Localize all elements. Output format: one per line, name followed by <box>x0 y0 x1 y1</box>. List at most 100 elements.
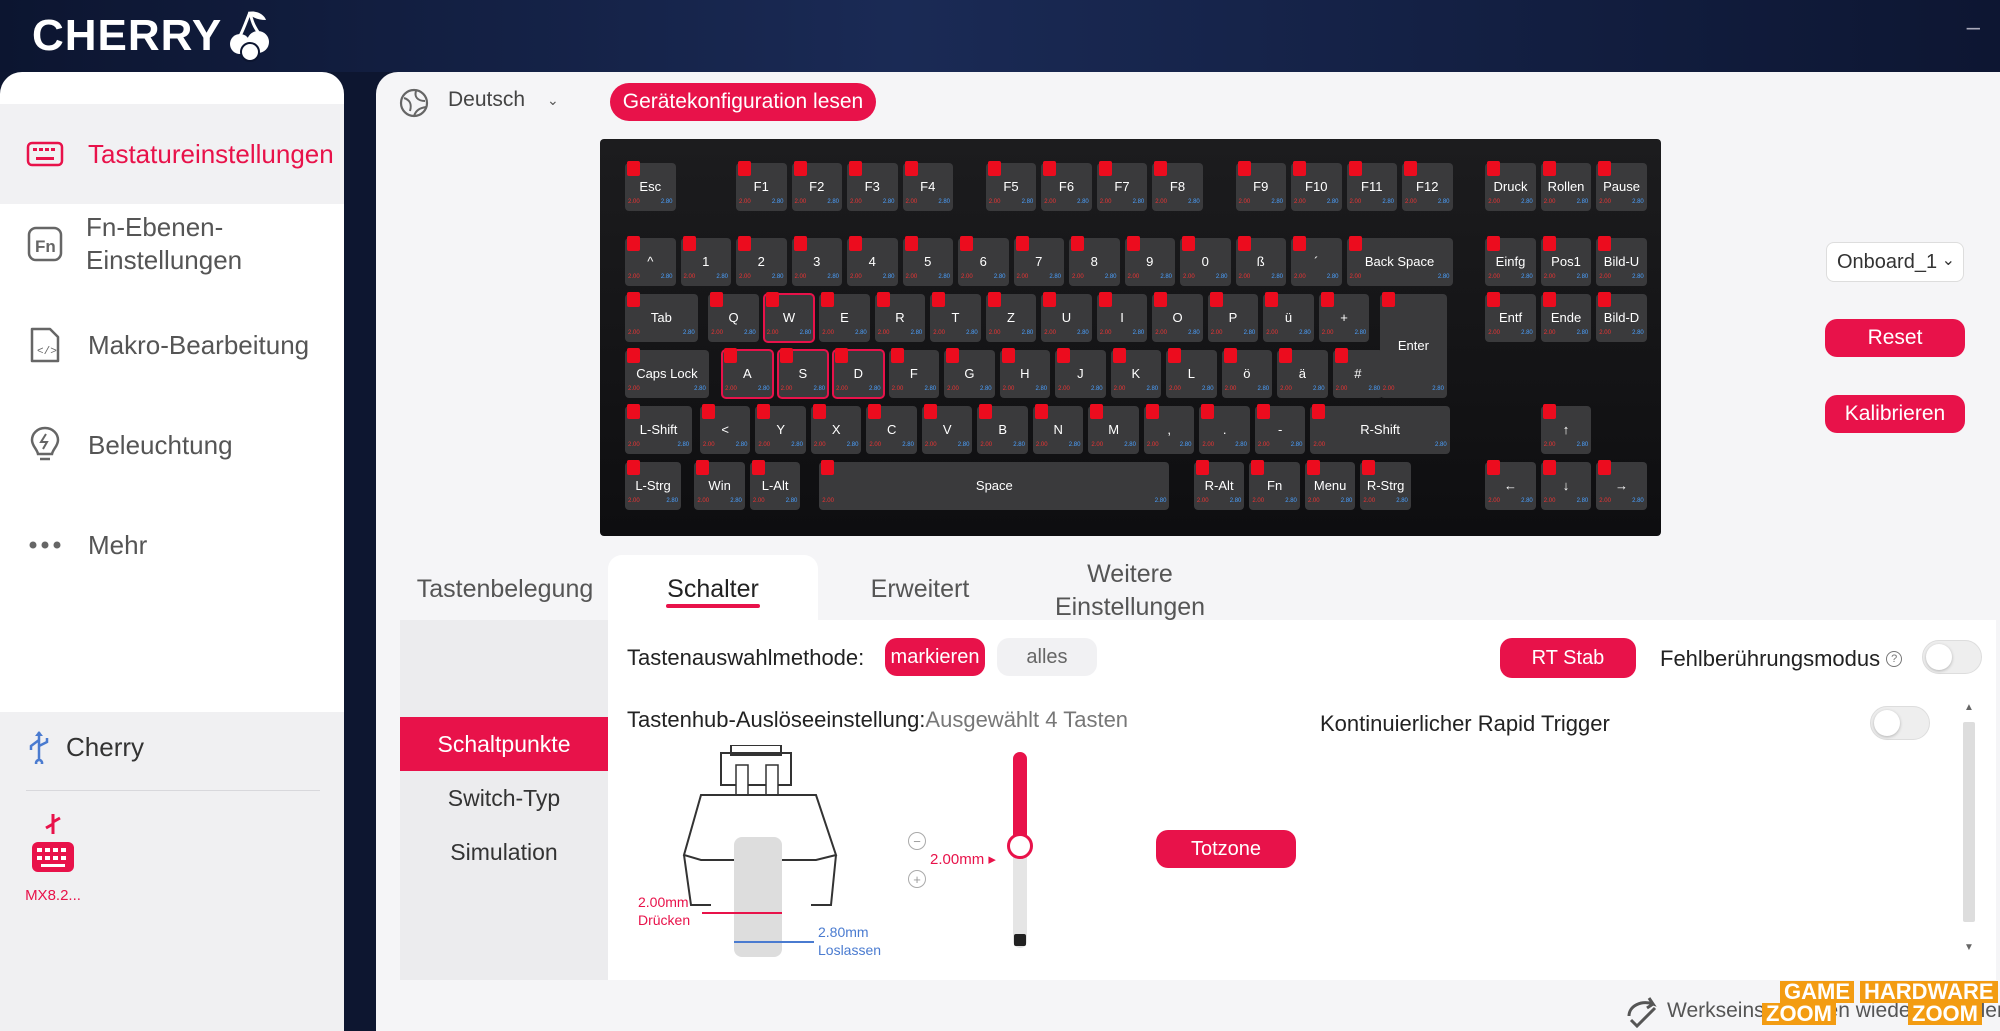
key[interactable]: 0 2.00 2.80 <box>1180 236 1231 286</box>
key[interactable]: F4 2.00 2.80 <box>902 161 953 211</box>
tab-advanced[interactable]: Erweitert <box>820 575 1020 604</box>
key[interactable]: L 2.00 2.80 <box>1166 348 1217 398</box>
key[interactable]: U 2.00 2.80 <box>1041 292 1092 342</box>
key[interactable]: 5 2.00 2.80 <box>902 236 953 286</box>
key[interactable]: Fn 2.00 2.80 <box>1249 460 1300 510</box>
key[interactable]: +2.00 2.80 <box>1318 292 1370 342</box>
key[interactable]: ß 2.00 2.80 <box>1235 236 1286 286</box>
subnav-item-actuation-points[interactable]: Schaltpunkte <box>400 717 608 771</box>
key[interactable]: F8 2.00 2.80 <box>1152 161 1203 211</box>
key[interactable]: F3 2.00 2.80 <box>847 161 898 211</box>
key[interactable]: ä 2.00 2.80 <box>1277 348 1328 398</box>
key[interactable]: F6 2.00 2.80 <box>1041 161 1092 211</box>
tab-switch[interactable]: Schalter <box>608 575 818 604</box>
key[interactable]: Q 2.00 2.80 <box>708 292 759 342</box>
select-all-button[interactable]: alles <box>997 638 1097 676</box>
key[interactable]: P 2.00 2.80 <box>1207 292 1259 342</box>
key[interactable]: ↓ 2.00 2.80 <box>1540 460 1592 510</box>
slider-thumb[interactable] <box>1007 833 1033 860</box>
key[interactable]: ← 2.00 2.80 <box>1485 460 1536 510</box>
key[interactable]: 1 2.00 2.80 <box>680 236 731 286</box>
device-tile[interactable]: MX8.2... <box>18 812 88 904</box>
key[interactable]: Entf 2.00 2.80 <box>1485 292 1536 342</box>
key[interactable]: H 2.00 2.80 <box>999 348 1051 398</box>
rt-stab-button[interactable]: RT Stab <box>1500 638 1636 678</box>
scroll-up-icon[interactable]: ▲ <box>1964 702 1974 713</box>
key[interactable]: Druck 2.00 2.80 <box>1485 161 1536 211</box>
key[interactable]: F2 2.00 2.80 <box>791 161 842 211</box>
key[interactable]: Caps Lock 2.00 2.80 <box>625 348 709 398</box>
key[interactable]: F11 2.00 2.80 <box>1346 161 1397 211</box>
reset-button[interactable]: Reset <box>1825 319 1965 357</box>
key[interactable]: - 2.00 2.80 <box>1254 404 1306 454</box>
key[interactable]: R-Strg 2.00 2.80 <box>1360 460 1411 510</box>
profile-select[interactable]: Onboard_1 ⌄ <box>1826 242 1964 282</box>
key[interactable]: V 2.00 2.80 <box>921 404 973 454</box>
key[interactable]: <2.00 2.80 <box>699 404 751 454</box>
key[interactable]: Menu 2.00 2.80 <box>1304 460 1356 510</box>
key[interactable]: B 2.00 2.80 <box>977 404 1028 454</box>
key[interactable]: Bild-D 2.00 2.80 <box>1596 292 1647 342</box>
key[interactable]: A 2.00 2.80 <box>721 348 774 399</box>
key[interactable]: Pos1 2.00 2.80 <box>1540 236 1592 286</box>
key[interactable]: I 2.00 2.80 <box>1096 292 1148 342</box>
continuous-rt-toggle[interactable] <box>1870 706 1930 740</box>
key[interactable]: . 2.00 2.80 <box>1199 404 1250 454</box>
deadzone-button[interactable]: Totzone <box>1156 830 1296 868</box>
key[interactable]: E 2.00 2.80 <box>819 292 870 342</box>
key[interactable]: Ende 2.00 2.80 <box>1540 292 1592 342</box>
key[interactable]: F7 2.00 2.80 <box>1096 161 1148 211</box>
key[interactable]: L-Alt 2.00 2.80 <box>749 460 801 510</box>
decrease-button[interactable]: − <box>908 832 926 850</box>
key[interactable]: M 2.00 2.80 <box>1088 404 1139 454</box>
subnav-item-simulation[interactable]: Simulation <box>400 832 608 872</box>
key[interactable]: Win 2.00 2.80 <box>694 460 745 510</box>
key[interactable]: O 2.00 2.80 <box>1152 292 1203 342</box>
key[interactable]: 7 2.00 2.80 <box>1013 236 1064 286</box>
mark-button[interactable]: markieren <box>885 638 985 676</box>
key[interactable]: Enter 2.00 2.80 <box>1379 292 1447 398</box>
key[interactable]: ö 2.00 2.80 <box>1221 348 1273 398</box>
sidebar-item-lighting[interactable]: Beleuchtung <box>0 402 344 488</box>
key[interactable]: 8 2.00 2.80 <box>1069 236 1120 286</box>
key[interactable]: Y 2.00 2.80 <box>755 404 806 454</box>
key[interactable]: F12 2.00 2.80 <box>1402 161 1453 211</box>
key[interactable]: Rollen 2.00 2.80 <box>1540 161 1592 211</box>
key[interactable]: C 2.00 2.80 <box>866 404 917 454</box>
actuation-slider[interactable] <box>1007 752 1033 948</box>
key[interactable]: Einfg 2.00 2.80 <box>1485 236 1536 286</box>
subnav-item-switch-type[interactable]: Switch-Typ <box>400 778 608 818</box>
misclick-mode-toggle[interactable] <box>1922 640 1982 674</box>
scrollbar-thumb[interactable] <box>1963 722 1975 922</box>
key[interactable]: F1 2.00 2.80 <box>736 161 787 211</box>
device-group[interactable]: Cherry <box>24 730 144 764</box>
key[interactable]: 6 2.00 2.80 <box>958 236 1009 286</box>
key[interactable]: N 2.00 2.80 <box>1032 404 1084 454</box>
key[interactable]: ^ 2.00 2.80 <box>625 236 676 286</box>
key[interactable]: F9 2.00 2.80 <box>1235 161 1286 211</box>
scroll-down-icon[interactable]: ▼ <box>1964 942 1974 953</box>
key[interactable]: W 2.00 2.80 <box>762 292 816 343</box>
sidebar-item-more[interactable]: Mehr <box>0 502 344 588</box>
key[interactable]: 3 2.00 2.80 <box>791 236 842 286</box>
key[interactable]: X 2.00 2.80 <box>810 404 862 454</box>
read-config-button[interactable]: Gerätekonfiguration lesen <box>610 83 876 121</box>
key[interactable]: Z 2.00 2.80 <box>985 292 1037 342</box>
key[interactable]: Tab 2.00 2.80 <box>625 292 698 342</box>
key[interactable]: 9 2.00 2.80 <box>1124 236 1175 286</box>
key[interactable]: R 2.00 2.80 <box>874 292 926 342</box>
key[interactable]: → 2.00 2.80 <box>1596 460 1647 510</box>
tab-more-settings[interactable]: Weitere Einstellungen <box>1030 558 1230 624</box>
key[interactable]: ü 2.00 2.80 <box>1263 292 1314 342</box>
key[interactable]: Pause 2.00 2.80 <box>1596 161 1647 211</box>
key[interactable]: L-Strg 2.00 2.80 <box>625 460 682 510</box>
key[interactable]: 4 2.00 2.80 <box>847 236 898 286</box>
key[interactable]: F 2.00 2.80 <box>888 348 940 398</box>
key[interactable]: Esc 2.00 2.80 <box>625 161 676 211</box>
key[interactable]: ↑ 2.00 2.80 <box>1540 404 1592 454</box>
key[interactable]: Back Space 2.00 2.80 <box>1346 236 1453 286</box>
scrollbar[interactable]: ▲ ▼ <box>1962 702 1976 957</box>
key[interactable]: R-Alt 2.00 2.80 <box>1193 460 1245 510</box>
key[interactable]: 2 2.00 2.80 <box>736 236 787 286</box>
key[interactable]: J 2.00 2.80 <box>1055 348 1106 398</box>
